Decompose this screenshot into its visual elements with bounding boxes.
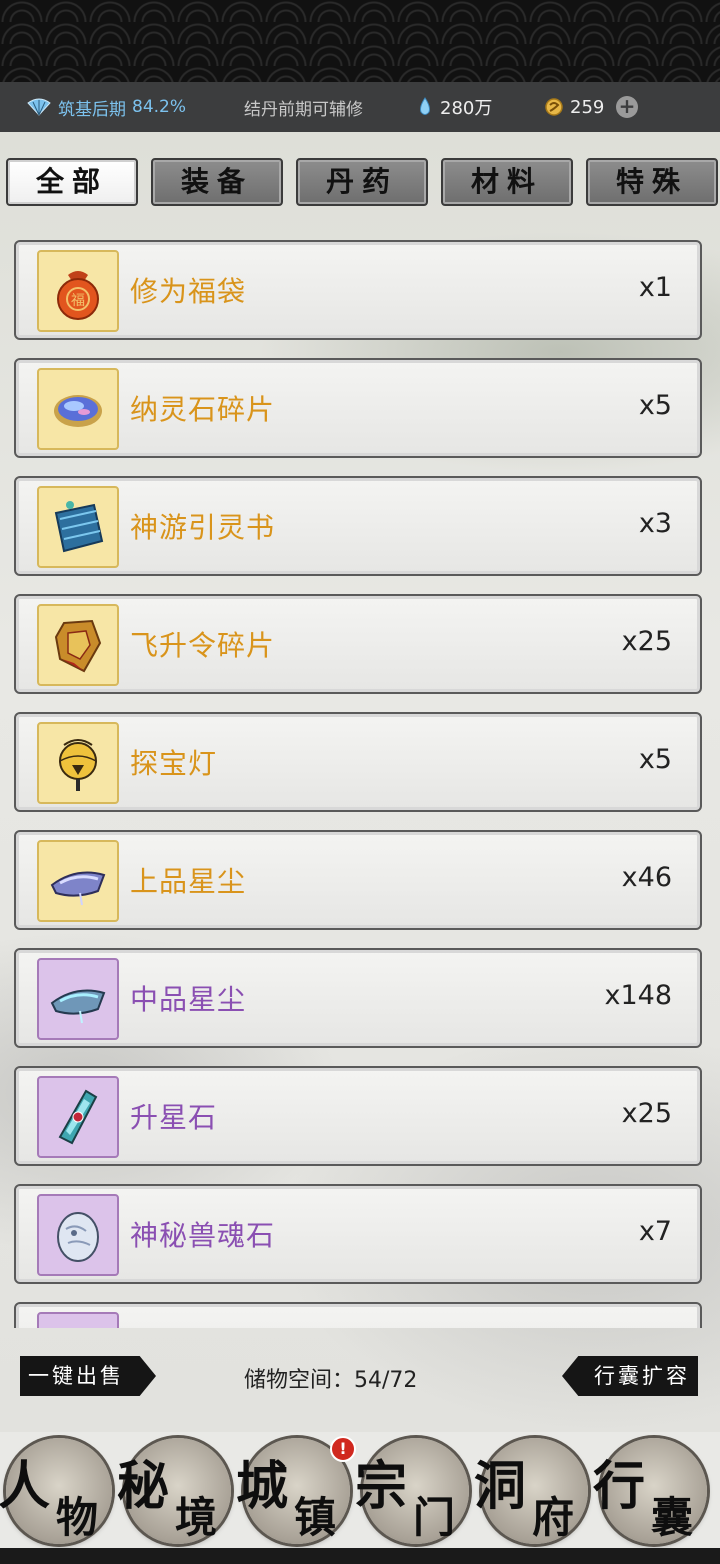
add-coin-button[interactable]: + (616, 96, 638, 118)
item-count: x25 (621, 626, 672, 657)
coin-counter: 259 (544, 97, 604, 118)
coin-amount: 259 (570, 96, 605, 118)
item-name: 中品星尘 (130, 983, 247, 1016)
nav-char-2: 囊 (651, 1493, 694, 1542)
nav-char-1: 城 (236, 1456, 289, 1517)
bottom-bar: 一键出售 储物空间：54/72 行囊扩容 (0, 1350, 720, 1404)
tab-pills[interactable]: 丹药 (296, 158, 428, 206)
item-icon-frame (37, 1194, 119, 1276)
nav-char-2: 府 (532, 1493, 575, 1542)
list-item[interactable]: 神秘兽魂石 x7 (14, 1184, 702, 1284)
item-name: 升星石 (130, 1101, 218, 1134)
tab-all[interactable]: 全部 (6, 158, 138, 206)
list-item[interactable]: 探宝灯 x5 (14, 712, 702, 812)
status-bar: 筑基后期 84.2% 结丹前期可辅修 280万 259 + (0, 82, 720, 132)
nav-char-1: 秘 (117, 1456, 170, 1517)
lantern-icon (59, 739, 97, 791)
nav-char-2: 门 (413, 1493, 456, 1542)
list-item[interactable]: 飞升令碎片 x25 (14, 594, 702, 694)
nav-bag[interactable]: 行 囊 (593, 1438, 707, 1544)
item-count: x46 (621, 862, 672, 893)
item-name: 修为福袋 (130, 275, 247, 308)
bottom-strip (0, 1548, 720, 1564)
storage-capacity: 储物空间：54/72 (244, 1368, 418, 1393)
tab-equipment[interactable]: 装备 (151, 158, 283, 206)
nav-char-1: 洞 (474, 1456, 527, 1517)
item-count: x5 (638, 390, 672, 421)
item-count: x3 (638, 508, 672, 539)
item-name: 飞升令碎片 (130, 629, 276, 662)
item-count: x7 (638, 1216, 672, 1247)
item-icon-frame (37, 1312, 119, 1328)
coin-icon (545, 98, 563, 116)
nav-char-2: 镇 (294, 1493, 337, 1542)
item-name: 神游引灵书 (130, 511, 276, 544)
header-decoration (0, 0, 720, 82)
list-item[interactable]: 中品星尘 x148 (14, 948, 702, 1048)
nav-character[interactable]: 人 物 (0, 1438, 112, 1544)
star-stone-icon (58, 1089, 98, 1145)
item-list[interactable]: 福 修为福袋 x1 纳灵石碎片 x5 神游引灵书 x3 飞升令碎片 x25 探宝… (14, 238, 702, 1328)
tab-materials[interactable]: 材料 (441, 158, 573, 206)
nav-char-1: 人 (0, 1456, 51, 1517)
fan-icon (27, 98, 51, 116)
spirit-stone-counter: 280万 (418, 94, 492, 120)
spirit-stone-amount: 280万 (440, 98, 493, 119)
stardust-icon (50, 871, 106, 906)
beast-soul-stone-icon (57, 1212, 99, 1262)
lucky-bag-icon: 福 (57, 271, 99, 320)
item-icon-frame: 福 (37, 250, 119, 332)
tab-special[interactable]: 特殊 (586, 158, 718, 206)
svg-text:福: 福 (71, 293, 85, 309)
list-item[interactable]: 上品星尘 x46 (14, 830, 702, 930)
item-name: 神秘兽魂石 (130, 1219, 276, 1252)
item-icon-frame (37, 1076, 119, 1158)
list-item[interactable]: 神游引灵书 x3 (14, 476, 702, 576)
bottom-nav: 人 物 秘 境 城 镇 宗 门 洞 府 行 囊 ! (0, 1432, 720, 1564)
nav-cave[interactable]: 洞 府 (474, 1438, 588, 1544)
nav-sect[interactable]: 宗 门 (355, 1438, 469, 1544)
item-icon-frame (37, 722, 119, 804)
nav-secret-realm[interactable]: 秘 境 (117, 1438, 231, 1544)
nav-char-1: 行 (593, 1456, 646, 1517)
item-count: x1 (638, 272, 672, 303)
item-icon-frame (37, 604, 119, 686)
scroll-icon (54, 501, 104, 553)
list-item[interactable]: 福 修为福袋 x1 (14, 240, 702, 340)
item-icon-frame (37, 486, 119, 568)
list-item[interactable] (14, 1302, 702, 1328)
list-item[interactable]: 纳灵石碎片 x5 (14, 358, 702, 458)
expand-bag-button[interactable]: 行囊扩容 (562, 1356, 698, 1396)
item-count: x148 (604, 980, 672, 1011)
nav-char-2: 物 (56, 1493, 99, 1542)
sell-all-button[interactable]: 一键出售 (20, 1356, 156, 1396)
cultivation-realm[interactable]: 筑基后期 84.2% (26, 95, 186, 120)
item-name: 探宝灯 (130, 747, 218, 780)
item-name: 上品星尘 (130, 865, 247, 898)
item-icon-frame (37, 840, 119, 922)
realm-label: 筑基后期 (58, 99, 126, 120)
category-tabs: 全部 装备 丹药 材料 特殊 (6, 158, 718, 206)
town-notification-badge: ! (330, 1436, 356, 1462)
item-count: x5 (638, 744, 672, 775)
spirit-stone-fragment-icon (54, 395, 102, 427)
assist-info: 结丹前期可辅修 (244, 99, 363, 120)
item-name: 纳灵石碎片 (130, 393, 276, 426)
item-count: x25 (621, 1098, 672, 1129)
nav-char-2: 境 (175, 1493, 218, 1542)
nav-char-1: 宗 (355, 1456, 408, 1517)
stardust-icon (50, 989, 106, 1024)
spirit-stone-icon (420, 97, 430, 115)
list-item[interactable]: 升星石 x25 (14, 1066, 702, 1166)
item-icon-frame (37, 368, 119, 450)
item-icon-frame (37, 958, 119, 1040)
token-fragment-icon (54, 619, 102, 673)
realm-progress: 84.2% (132, 97, 187, 117)
